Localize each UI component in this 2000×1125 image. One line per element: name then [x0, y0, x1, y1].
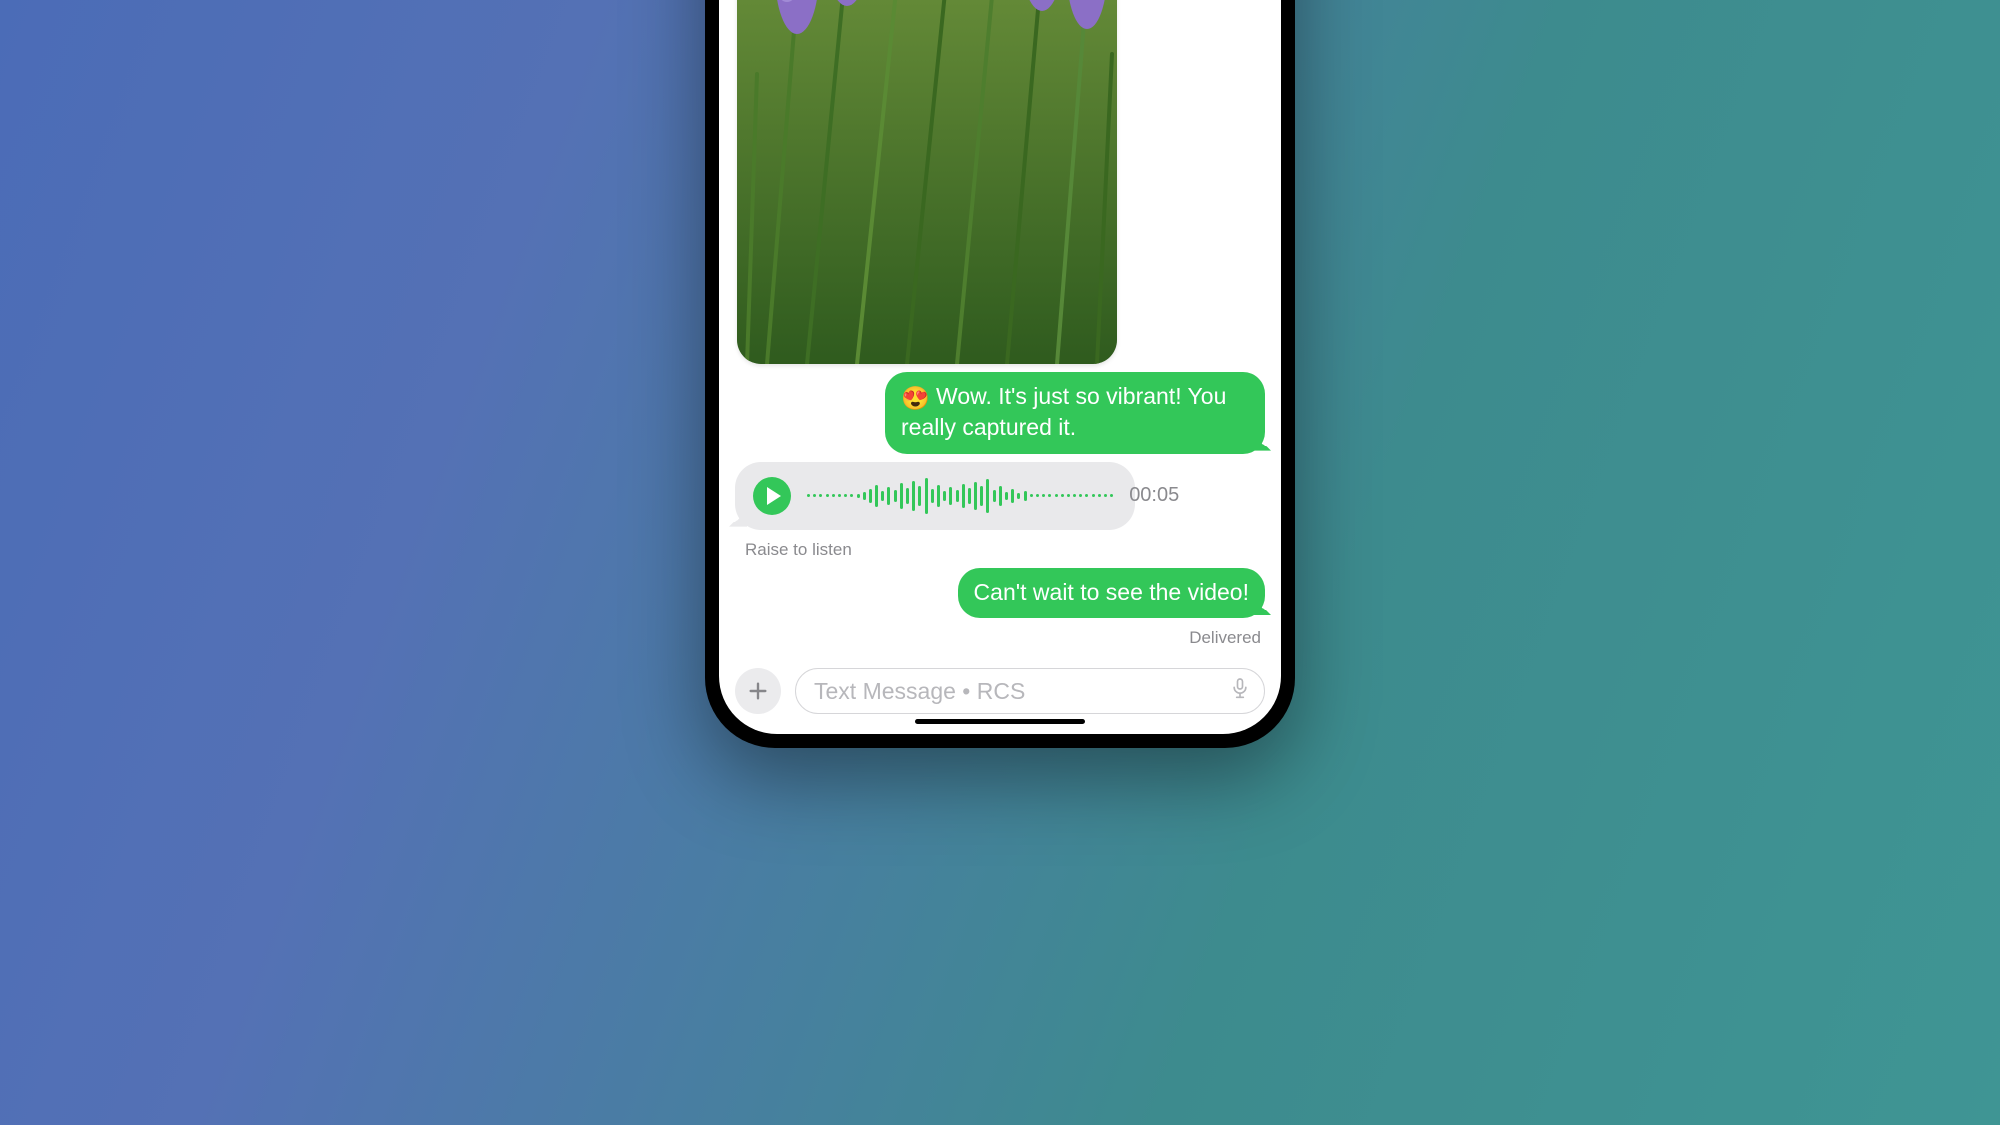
- home-indicator[interactable]: [915, 719, 1085, 724]
- image-attachment[interactable]: [737, 0, 1117, 364]
- received-image-row: [735, 0, 1265, 364]
- audio-waveform: [807, 476, 1113, 516]
- dictation-button[interactable]: [1230, 677, 1250, 706]
- play-icon: [767, 487, 781, 505]
- plus-icon: [747, 680, 769, 702]
- messages-screen: 😍 Wow. It's just so vibrant! You really …: [719, 0, 1281, 734]
- audio-message-bubble[interactable]: 00:05: [735, 462, 1135, 530]
- message-input[interactable]: Text Message • RCS: [795, 668, 1265, 714]
- sent-message-text: Wow. It's just so vibrant! You really ca…: [901, 383, 1226, 440]
- add-attachment-button[interactable]: [735, 668, 781, 714]
- lavender-photo: [737, 0, 1117, 364]
- sent-message-row: 😍 Wow. It's just so vibrant! You really …: [735, 372, 1265, 454]
- sent-message-row: Can't wait to see the video!: [735, 568, 1265, 618]
- input-placeholder: Text Message • RCS: [814, 678, 1220, 705]
- conversation-thread: 😍 Wow. It's just so vibrant! You really …: [719, 0, 1281, 658]
- play-button[interactable]: [753, 477, 791, 515]
- sent-message-bubble[interactable]: Can't wait to see the video!: [958, 568, 1265, 618]
- received-audio-row: 00:05: [735, 462, 1265, 530]
- delivery-status: Delivered: [735, 628, 1261, 648]
- raise-to-listen-hint: Raise to listen: [745, 540, 1265, 560]
- heart-eyes-emoji: 😍: [901, 385, 930, 411]
- sent-message-text: Can't wait to see the video!: [974, 579, 1249, 605]
- audio-duration: 00:05: [1129, 483, 1179, 509]
- phone-frame: 😍 Wow. It's just so vibrant! You really …: [705, 0, 1295, 748]
- microphone-icon: [1230, 677, 1250, 701]
- sent-message-bubble[interactable]: 😍 Wow. It's just so vibrant! You really …: [885, 372, 1265, 454]
